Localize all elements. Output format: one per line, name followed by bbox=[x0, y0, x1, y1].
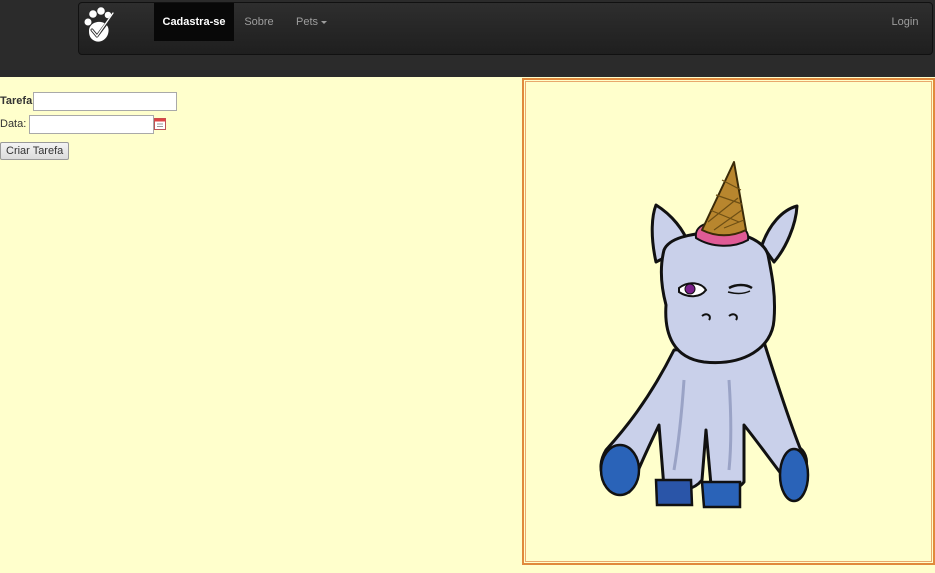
header-bar: Cadastra-se Sobre Pets Login bbox=[0, 0, 935, 77]
pet-image-frame bbox=[522, 78, 935, 565]
calendar-icon[interactable] bbox=[154, 117, 166, 130]
navbar: Cadastra-se Sobre Pets Login bbox=[78, 2, 933, 55]
unicorn-illustration bbox=[599, 161, 810, 509]
caret-down-icon bbox=[321, 20, 327, 24]
nav-cadastra-se[interactable]: Cadastra-se bbox=[154, 3, 234, 41]
nav-pets-dropdown[interactable]: Pets bbox=[289, 3, 334, 41]
task-label: Tarefa bbox=[0, 95, 33, 107]
date-input[interactable] bbox=[29, 115, 154, 134]
task-input[interactable] bbox=[33, 92, 177, 111]
nav-sobre[interactable]: Sobre bbox=[239, 3, 279, 41]
nav-pets-label: Pets bbox=[295, 16, 318, 28]
paw-check-icon[interactable] bbox=[79, 3, 123, 47]
create-task-button[interactable]: Criar Tarefa bbox=[0, 142, 70, 160]
date-label: Data: bbox=[0, 118, 27, 130]
login-link[interactable]: Login bbox=[885, 3, 925, 41]
